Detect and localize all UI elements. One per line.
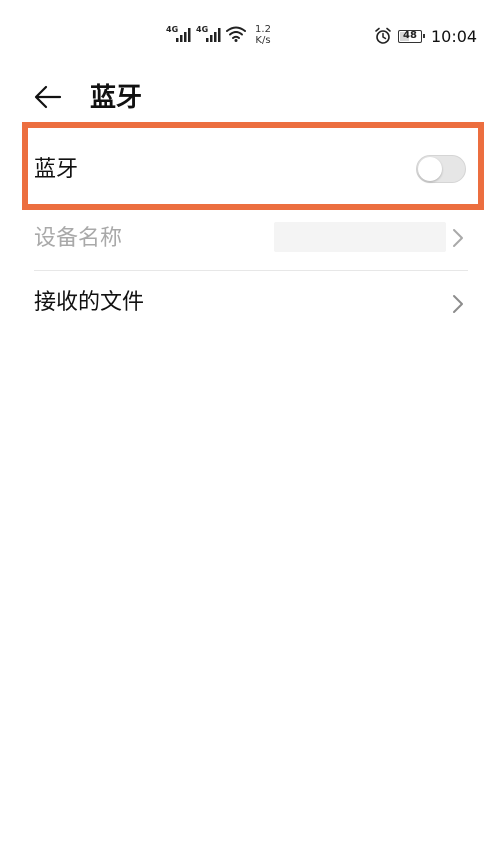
chevron-right-icon <box>453 295 463 313</box>
received-files-label: 接收的文件 <box>34 290 145 315</box>
clock: 10:04 <box>431 27 478 46</box>
bluetooth-row: 蓝牙 <box>34 140 468 200</box>
network-speed-unit: K/s <box>255 35 271 46</box>
device-name-label: 设备名称 <box>34 226 123 251</box>
battery-cap <box>423 34 425 38</box>
bluetooth-label: 蓝牙 <box>34 157 79 182</box>
battery-icon: 48 <box>398 30 425 43</box>
toggle-knob <box>418 157 442 181</box>
status-bar: 4G 4G 1.2 K/s 48 10:04 <box>0 0 500 64</box>
alarm-icon <box>375 27 391 44</box>
back-button[interactable] <box>30 80 70 116</box>
device-name-row[interactable]: 设备名称 <box>34 210 468 270</box>
wifi-icon <box>226 26 246 42</box>
arrow-left-icon <box>34 85 62 109</box>
chevron-right-icon <box>453 229 463 247</box>
network-speed: 1.2 K/s <box>252 24 274 46</box>
battery-level: 48 <box>403 30 417 41</box>
page-title: 蓝牙 <box>90 83 143 113</box>
bluetooth-toggle[interactable] <box>416 155 466 183</box>
received-files-row[interactable]: 接收的文件 <box>34 274 468 334</box>
network-speed-value: 1.2 <box>255 24 271 35</box>
divider <box>34 270 468 271</box>
device-name-value <box>274 222 446 252</box>
